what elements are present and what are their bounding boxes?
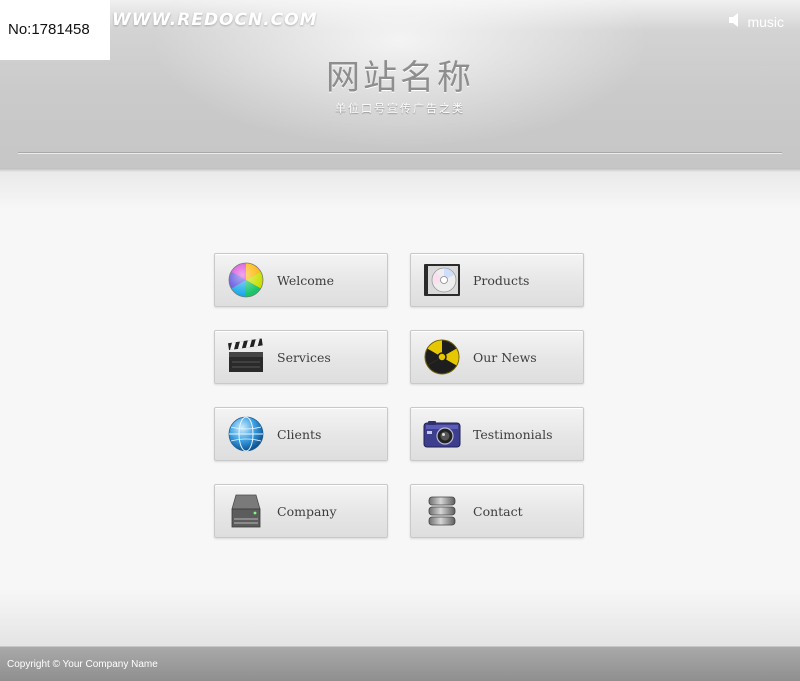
site-title: 网站名称 (326, 58, 474, 98)
hard-drive-icon (227, 492, 265, 530)
menu-button-contact[interactable]: Contact (410, 484, 584, 538)
music-toggle[interactable]: music (729, 13, 784, 30)
menu-button-clients[interactable]: Clients (214, 407, 388, 461)
menu-button-label: Testimonials (473, 426, 553, 442)
clapperboard-icon (227, 338, 265, 376)
copyright-text: Copyright © Your Company Name (7, 659, 158, 670)
menu-button-our-news[interactable]: Our News (410, 330, 584, 384)
site-url[interactable]: WWW.REDOCN.COM (112, 10, 318, 30)
menu-button-label: Contact (473, 503, 523, 519)
speaker-icon (729, 13, 741, 30)
main-content: Welcome Products Services Our News Clien… (0, 172, 800, 646)
color-wheel-icon (227, 261, 265, 299)
radiation-icon (423, 338, 461, 376)
menu-button-label: Clients (277, 426, 322, 442)
main-menu: Welcome Products Services Our News Clien… (214, 253, 586, 538)
menu-button-label: Products (473, 272, 530, 288)
menu-button-label: Services (277, 349, 331, 365)
menu-button-services[interactable]: Services (214, 330, 388, 384)
cd-case-icon (423, 261, 461, 299)
camera-icon (423, 415, 461, 453)
site-slogan: 单位口号宣传广告之类 (335, 102, 465, 115)
music-label: music (747, 13, 784, 30)
header-divider (18, 152, 782, 154)
menu-button-products[interactable]: Products (410, 253, 584, 307)
menu-button-testimonials[interactable]: Testimonials (410, 407, 584, 461)
menu-button-label: Welcome (277, 272, 335, 288)
menu-button-label: Company (277, 503, 337, 519)
menu-button-welcome[interactable]: Welcome (214, 253, 388, 307)
watermark-id-label: No:1781458 (0, 0, 110, 60)
database-icon (423, 492, 461, 530)
globe-icon (227, 415, 265, 453)
menu-button-label: Our News (473, 349, 537, 365)
site-footer: Copyright © Your Company Name (0, 646, 800, 681)
menu-button-company[interactable]: Company (214, 484, 388, 538)
site-header: WWW.REDOCN.COM music 网站名称 单位口号宣传广告之类 (0, 0, 800, 172)
